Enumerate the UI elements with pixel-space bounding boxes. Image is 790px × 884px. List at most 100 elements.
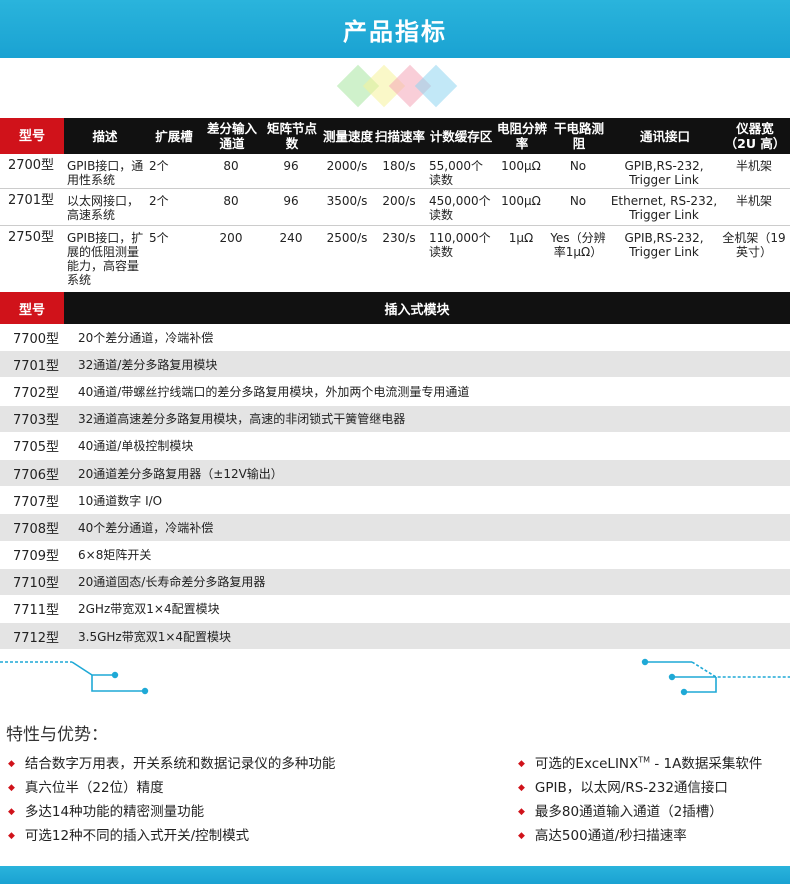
table-cell-model: 2700型	[0, 154, 64, 189]
list-item: 7701型 32通道/差分多路复用模块	[0, 351, 790, 379]
spec-header-cell: 扩展槽	[146, 118, 202, 154]
table-cell: GPIB接口，扩展的低阻测量能力，高容量系统	[67, 230, 144, 287]
table-cell: 110,000个读数	[429, 230, 491, 259]
table-cell: 以太网接口，高速系统	[64, 188, 146, 226]
table-row: 2701型 以太网接口，高速系统 2个 80 96 3500/s 200/s 4…	[0, 188, 790, 226]
spec-header-cell: 计数缓存区	[426, 118, 496, 154]
list-item: 7711型 2GHz带宽双1×4配置模块	[0, 595, 790, 624]
table-row: 2700型 GPIB接口，通用性系统 2个 80 96 2000/s 180/s…	[0, 154, 790, 189]
bullet-icon: ◆	[8, 759, 15, 769]
module-model: 7701型	[12, 358, 60, 374]
header-band: 产品指标	[0, 0, 790, 58]
table-cell: 80	[202, 188, 262, 226]
list-item: 7700型 20个差分通道，冷端补偿	[0, 324, 790, 352]
table-cell: Ethernet, RS-232, Trigger Link	[610, 188, 720, 226]
spec-header-cell: 测量速度	[322, 118, 374, 154]
table-cell: 230/s	[382, 230, 416, 245]
module-model: 7709型	[12, 549, 60, 565]
module-desc: 2GHz带宽双1×4配置模块	[78, 602, 220, 617]
table-cell: 3500/s	[322, 188, 374, 226]
table-cell: 2个	[146, 188, 202, 226]
table-cell: 240	[279, 230, 303, 245]
list-item: 7710型 20通道固态/长寿命差分多路复用器	[0, 568, 790, 596]
module-desc: 40个差分通道，冷端补偿	[78, 520, 214, 535]
bullet-icon: ◆	[518, 831, 525, 841]
module-model: 7707型	[12, 494, 60, 510]
module-desc: 40通道/单极控制模块	[78, 439, 194, 454]
module-desc: 32通道高速差分多路复用模块，高速的非闭锁式干簧管继电器	[78, 412, 406, 427]
module-model: 7712型	[12, 630, 60, 646]
list-item: 7706型 20通道差分多路复用器（±12V输出）	[0, 459, 790, 488]
table-cell: Yes（分辨率1μΩ）	[550, 230, 606, 259]
modules-header-label: 型号	[0, 292, 64, 324]
table-cell: 5个	[149, 230, 169, 245]
table-cell: 全机架（19英寸）	[722, 230, 786, 259]
bullet-icon: ◆	[8, 807, 15, 817]
table-cell: 96	[262, 154, 322, 189]
list-item: 7707型 10通道数字 I/O	[0, 487, 790, 515]
table-cell: 200	[219, 230, 243, 245]
table-cell: 1μΩ	[508, 230, 534, 245]
module-desc: 10通道数字 I/O	[78, 493, 163, 508]
module-desc: 3.5GHz带宽双1×4配置模块	[78, 629, 232, 644]
spec-header-cell: 扫描速率	[374, 118, 426, 154]
bullet-icon: ◆	[518, 783, 525, 793]
module-model: 7705型	[12, 440, 60, 456]
footer-band	[0, 866, 790, 884]
module-model: 7711型	[12, 603, 60, 619]
spec-header-cell: 差分输入通道	[202, 118, 262, 154]
table-cell: 2000/s	[322, 154, 374, 189]
spec-table: 型号 描述 扩展槽 差分输入通道 矩阵节点数 测量速度 扫描速率 计数缓存区 电…	[0, 118, 790, 291]
table-cell: GPIB,RS-232, Trigger Link	[610, 154, 720, 189]
table-cell: 100μΩ	[496, 154, 548, 189]
table-cell: No	[548, 188, 610, 226]
spec-header-cell: 干电路测阻	[548, 118, 610, 154]
feature-item: ◆ 可选12种不同的插入式开关/控制模式	[8, 828, 250, 844]
bullet-icon: ◆	[8, 783, 15, 793]
table-cell: 2500/s	[326, 230, 368, 245]
feature-item: ◆ 可选的ExceLINXTM - 1A数据采集软件	[518, 755, 763, 773]
bullet-icon: ◆	[518, 807, 525, 817]
module-desc: 20通道固态/长寿命差分多路复用器	[78, 575, 266, 590]
table-cell: No	[548, 154, 610, 189]
module-desc: 20通道差分多路复用器（±12V输出）	[78, 466, 283, 481]
table-cell-model: 2750型	[7, 229, 55, 245]
decorative-diamonds	[335, 62, 458, 110]
feature-item: ◆ 结合数字万用表，开关系统和数据记录仪的多种功能	[8, 756, 336, 772]
module-model: 7703型	[12, 413, 60, 429]
list-item: 7703型 32通道高速差分多路复用模块，高速的非闭锁式干簧管继电器	[0, 405, 790, 433]
feature-item: ◆ 真六位半（22位）精度	[8, 780, 164, 796]
table-cell: GPIB接口，通用性系统	[64, 154, 146, 189]
page-title: 产品指标	[343, 17, 447, 46]
table-cell: 80	[202, 154, 262, 189]
table-cell: 100μΩ	[496, 188, 548, 226]
modules-list: 7700型 20个差分通道，冷端补偿 7701型 32通道/差分多路复用模块 770…	[0, 324, 790, 651]
modules-header-title: 插入式模块	[384, 302, 450, 318]
spec-header-cell: 通讯接口	[610, 118, 720, 154]
table-cell: 200/s	[374, 188, 426, 226]
table-cell: 96	[262, 188, 322, 226]
feature-item: ◆ 高达500通道/秒扫描速率	[518, 828, 687, 844]
circuit-line-decoration	[0, 658, 790, 696]
table-cell: 450,000个读数	[426, 188, 496, 226]
module-desc: 32通道/差分多路复用模块	[78, 357, 218, 372]
spec-header-cell: 仪器宽（2U 高）	[720, 118, 790, 154]
diamond-blue	[414, 64, 458, 108]
module-desc: 40通道/带螺丝拧线端口的差分多路复用模块，外加两个电流测量专用通道	[78, 384, 470, 399]
module-desc: 6×8矩阵开关	[78, 548, 152, 563]
spec-header-row: 型号 描述 扩展槽 差分输入通道 矩阵节点数 测量速度 扫描速率 计数缓存区 电…	[0, 118, 790, 154]
module-model: 7708型	[12, 521, 60, 537]
module-model: 7702型	[12, 385, 60, 401]
table-row: 2750型 GPIB接口，扩展的低阻测量能力，高容量系统 5个 200 240 …	[0, 225, 790, 291]
spec-header-cell: 矩阵节点数	[262, 118, 322, 154]
table-cell: 2个	[146, 154, 202, 189]
modules-header: 型号 插入式模块	[0, 292, 790, 324]
bullet-icon: ◆	[8, 831, 15, 841]
table-cell: 半机架	[720, 154, 790, 189]
list-item: 7708型 40个差分通道，冷端补偿	[0, 514, 790, 542]
features-title: 特性与优势：	[6, 725, 108, 745]
feature-item: ◆ GPIB，以太网/RS-232通信接口	[518, 780, 728, 796]
spec-header-cell: 型号	[0, 118, 64, 154]
module-model: 7700型	[12, 331, 60, 347]
list-item: 7709型 6×8矩阵开关	[0, 541, 790, 569]
